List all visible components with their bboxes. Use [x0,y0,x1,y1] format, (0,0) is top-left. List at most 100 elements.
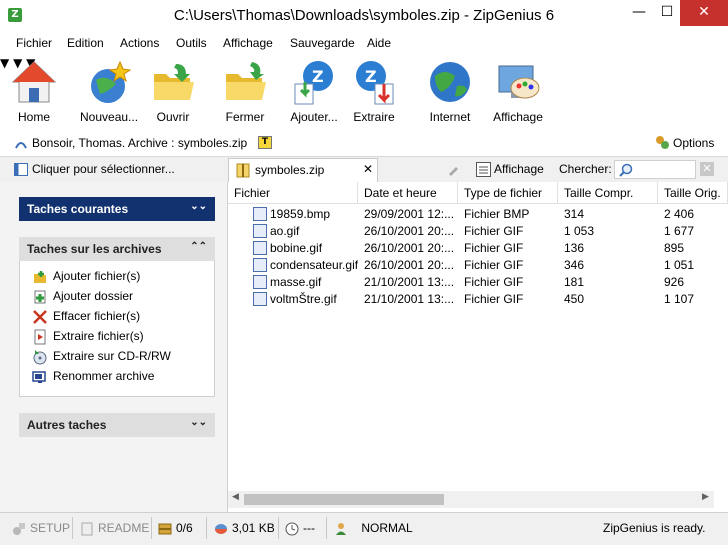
task-ajouter-fichiers[interactable]: Ajouter fichier(s) [32,269,140,285]
file-compressed-size: 1 053 [564,224,595,238]
scrollbar-thumb[interactable] [244,494,444,505]
setup-icon [13,522,25,535]
table-row[interactable]: 19859.bmp 29/09/2001 12:... Fichier BMP … [228,206,728,223]
readme-button[interactable]: README [80,518,149,538]
file-original-size: 2 406 [664,207,695,221]
clear-search-icon[interactable]: ✕ [700,162,714,176]
chevron-up-icon[interactable]: ⌃⌃ [190,241,207,252]
table-row[interactable]: ao.gif 26/10/2001 20:... Fichier GIF 1 0… [228,223,728,240]
taches-archives-header[interactable]: Taches sur les archives ⌃⌃ [19,237,215,261]
file-name: 19859.bmp [270,207,331,221]
ouvrir-button[interactable]: Ouvrir [150,58,196,124]
table-row[interactable]: condensateur.gif 26/10/2001 20:... Fichi… [228,257,728,274]
affichage-view-button[interactable]: Affichage [494,162,544,176]
file-date: 21/10/2001 13:... [364,292,455,306]
gif-file-icon [253,241,267,255]
file-original-size: 895 [664,241,685,255]
file-type: Fichier GIF [464,292,524,306]
archive-size: 3,01 KB [232,521,275,535]
autres-taches-header[interactable]: Autres taches ⌄⌄ [19,413,215,437]
file-compressed-size: 346 [564,258,585,272]
column-header-type[interactable]: Type de fichier [458,182,558,204]
home-dropdown-chevron-icon[interactable]: ▼ [0,56,9,70]
ready-status: ZipGenius is ready. [603,521,706,535]
task-effacer-fichiers[interactable]: Effacer fichier(s) [32,309,140,325]
scroll-left-icon[interactable]: ◀ [232,492,239,502]
home-button[interactable]: Home [10,58,58,124]
extraire-button[interactable]: Z Extraire [350,58,398,124]
maximize-button[interactable]: ☐ [654,0,680,26]
internet-button[interactable]: Internet [426,58,474,124]
view-list-icon [476,162,491,177]
svg-text:Z: Z [312,67,324,86]
menu-fichier[interactable]: Fichier [16,36,52,50]
chevron-down-icon[interactable]: ⌄⌄ [190,201,207,212]
task-extraire-cd[interactable]: Extraire sur CD-R/RW [32,349,171,365]
tab-label: symboles.zip [255,163,325,177]
task-label: Ajouter dossier [53,289,134,304]
menu-affichage[interactable]: Affichage [223,36,273,50]
rename-icon [32,371,46,383]
tab-close-icon[interactable]: ✕ [363,162,373,176]
nouveau-button[interactable]: Nouveau... [80,58,138,124]
file-type: Fichier GIF [464,258,524,272]
file-original-size: 926 [664,275,685,289]
close-folder-icon [226,62,266,100]
fermer-button[interactable]: Fermer [222,58,268,124]
horizontal-scrollbar[interactable]: ◀ ▶ [228,491,714,508]
menu-aide[interactable]: Aide [367,36,391,50]
column-header-taille-orig[interactable]: Taille Orig. [658,182,728,204]
ajouter-button[interactable]: Z Ajouter... [288,58,340,124]
column-header-date[interactable]: Date et heure [358,182,458,204]
setup-button[interactable]: SETUP [12,518,70,538]
menu-sauvegarde[interactable]: Sauvegarde [290,36,355,50]
taches-courantes-header[interactable]: Taches courantes ⌄⌄ [19,197,215,221]
task-label: Renommer archive [53,369,155,384]
pin-icon[interactable] [446,163,460,177]
search-input[interactable] [614,160,696,179]
column-header-fichier[interactable]: Fichier [228,182,358,204]
menu-actions[interactable]: Actions [120,36,159,50]
info-archive-icon [15,142,27,149]
table-row[interactable]: bobine.gif 26/10/2001 20:... Fichier GIF… [228,240,728,257]
add-folder-icon [34,290,46,304]
mode-value: NORMAL [361,521,413,535]
select-panel-label[interactable]: Cliquer pour sélectionner... [32,162,175,176]
options-gear-icon [656,136,669,149]
tab-symboles-zip[interactable]: symboles.zip ✕ [228,158,378,182]
gif-file-icon [253,292,267,306]
chevron-down-icon[interactable]: ⌄⌄ [190,417,207,428]
mode-status: NORMAL [334,518,413,538]
column-header-taille-compr[interactable]: Taille Compr. [558,182,658,204]
setup-label: SETUP [30,521,71,535]
file-date: 26/10/2001 20:... [364,224,455,238]
file-compressed-size: 181 [564,275,585,289]
table-row[interactable]: voltmŠtre.gif 21/10/2001 13:... Fichier … [228,291,728,308]
file-type: Fichier GIF [464,241,524,255]
affichage-button[interactable]: Affichage [490,58,546,124]
internet-label: Internet [429,110,471,124]
task-label: Ajouter fichier(s) [53,269,141,284]
search-label: Chercher: [559,162,612,176]
text-mode-badge[interactable]: T [258,136,272,149]
options-button[interactable]: Options [673,136,714,150]
status-divider [151,517,152,539]
gif-file-icon [253,224,267,238]
task-extraire-fichiers[interactable]: Extraire fichier(s) [32,329,144,345]
home-icon [11,61,57,103]
user-icon [336,522,346,535]
minimize-button[interactable]: — [624,0,654,26]
menu-outils[interactable]: Outils [176,36,207,50]
close-button[interactable]: ✕ [680,0,728,26]
add-file-icon [34,271,46,283]
status-divider [206,517,207,539]
task-ajouter-dossier[interactable]: Ajouter dossier [32,289,133,305]
internet-globe-icon [430,62,470,102]
task-label: Extraire fichier(s) [53,329,144,344]
scroll-right-icon[interactable]: ▶ [702,492,709,502]
tab-row: Cliquer pour sélectionner... symboles.zi… [0,156,728,182]
table-row[interactable]: masse.gif 21/10/2001 13:... Fichier GIF … [228,274,728,291]
task-renommer-archive[interactable]: Renommer archive [32,369,154,385]
menu-edition[interactable]: Edition [67,36,104,50]
add-zip-icon: Z [294,61,333,105]
